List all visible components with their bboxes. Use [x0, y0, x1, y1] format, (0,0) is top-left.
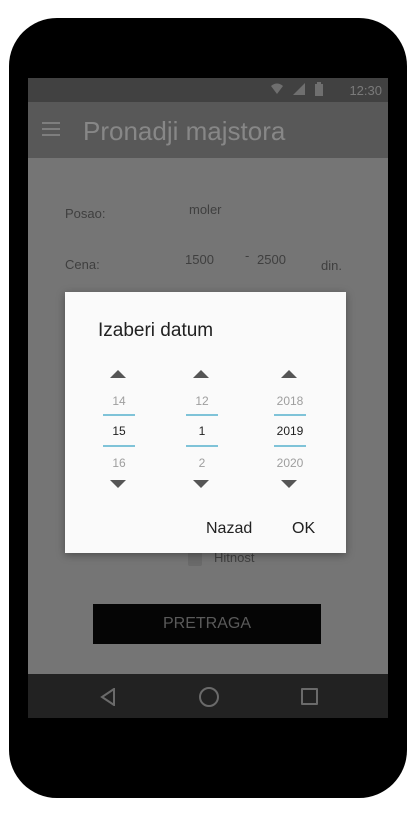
status-bar: 12:30	[28, 78, 388, 102]
day-prev[interactable]: 14	[99, 394, 139, 408]
month-down-arrow-icon[interactable]	[193, 480, 209, 488]
year-current[interactable]: 2019	[270, 424, 310, 438]
year-down-arrow-icon[interactable]	[281, 480, 297, 488]
recents-icon[interactable]	[301, 688, 318, 705]
back-icon[interactable]	[100, 688, 116, 706]
year-next[interactable]: 2020	[270, 456, 310, 470]
app-bar: Pronadji majstora	[28, 102, 388, 158]
posao-label: Posao:	[65, 206, 106, 221]
cena-max-input[interactable]: 2500	[257, 252, 286, 267]
back-button[interactable]: Nazad	[206, 520, 252, 538]
status-time: 12:30	[349, 83, 382, 98]
divider	[274, 445, 306, 447]
day-down-arrow-icon[interactable]	[110, 480, 126, 488]
divider	[103, 445, 135, 447]
cena-unit: din.	[321, 258, 342, 273]
divider	[186, 445, 218, 447]
search-button[interactable]: PRETRAGA	[93, 604, 321, 644]
day-up-arrow-icon[interactable]	[110, 370, 126, 378]
month-current[interactable]: 1	[182, 424, 222, 438]
battery-icon	[315, 82, 323, 96]
cena-separator: -	[245, 248, 250, 263]
app-title: Pronadji majstora	[83, 116, 286, 146]
menu-icon[interactable]	[42, 122, 60, 136]
cena-min-input[interactable]: 1500	[185, 252, 214, 267]
posao-input[interactable]: moler	[189, 202, 222, 217]
cena-label: Cena:	[65, 257, 100, 272]
month-prev[interactable]: 12	[182, 394, 222, 408]
date-picker-dialog: Izaberi datum 14 15 16 12 1 2 2018 2019 …	[65, 292, 346, 553]
day-next[interactable]: 16	[99, 456, 139, 470]
divider	[103, 414, 135, 416]
year-up-arrow-icon[interactable]	[281, 370, 297, 378]
year-prev[interactable]: 2018	[270, 394, 310, 408]
month-up-arrow-icon[interactable]	[193, 370, 209, 378]
screen: 12:30 Pronadji majstora Posao: moler Cen…	[28, 78, 388, 718]
navigation-bar	[28, 674, 388, 718]
dialog-title: Izaberi datum	[98, 320, 214, 341]
ok-button[interactable]: OK	[292, 520, 315, 538]
divider	[274, 414, 306, 416]
home-icon[interactable]	[199, 687, 219, 707]
month-next[interactable]: 2	[182, 456, 222, 470]
day-current[interactable]: 15	[99, 424, 139, 438]
wifi-icon	[271, 83, 283, 94]
signal-icon	[293, 83, 305, 95]
divider	[186, 414, 218, 416]
hitnost-checkbox[interactable]	[188, 552, 202, 566]
